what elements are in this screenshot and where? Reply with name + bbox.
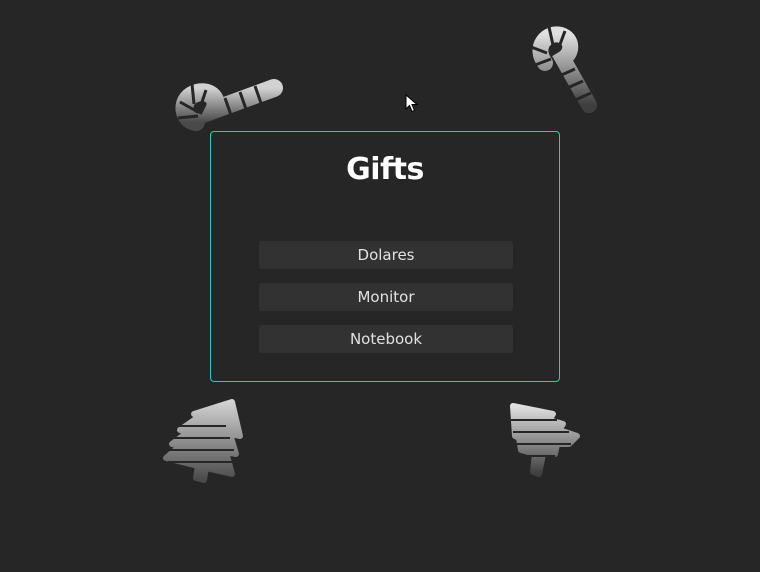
- panel-title: Gifts: [346, 152, 424, 187]
- candy-cane-icon: [530, 26, 597, 113]
- candy-cane-icon: [175, 79, 283, 131]
- gift-button-dolares[interactable]: Dolares: [259, 241, 513, 269]
- gift-button-notebook[interactable]: Notebook: [259, 325, 513, 353]
- gift-button-monitor[interactable]: Monitor: [259, 283, 513, 311]
- christmas-tree-icon: [510, 403, 580, 477]
- gifts-panel: Gifts Dolares Monitor Notebook: [210, 131, 560, 382]
- gifts-screen: Gifts Dolares Monitor Notebook: [0, 0, 760, 572]
- mouse-pointer-icon: [405, 94, 419, 113]
- christmas-tree-icon: [163, 399, 243, 483]
